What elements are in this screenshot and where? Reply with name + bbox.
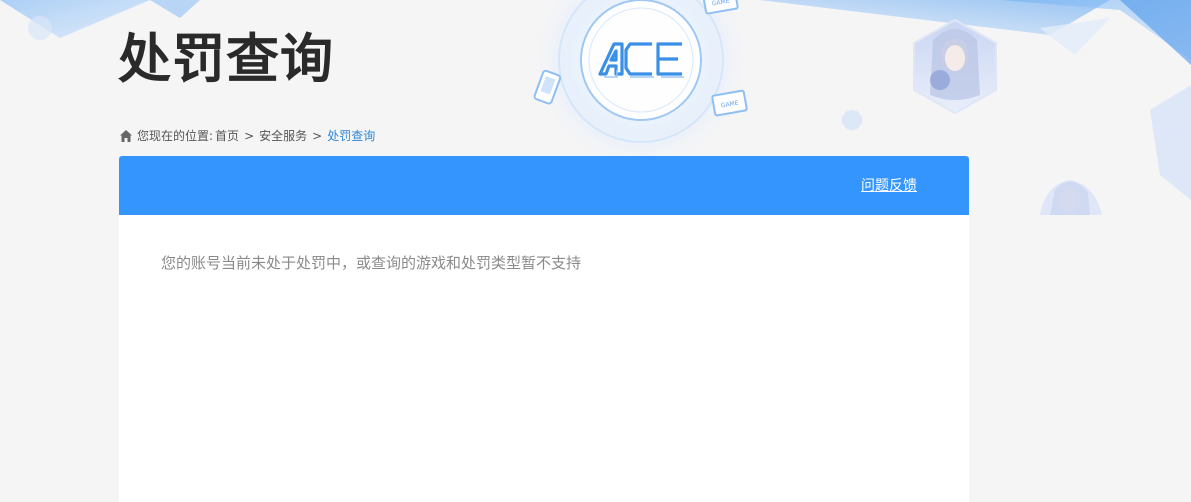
feedback-link[interactable]: 问题反馈 (861, 176, 917, 196)
breadcrumb-item-home[interactable]: 首页 (215, 128, 239, 144)
ace-logo (598, 42, 684, 78)
result-message: 您的账号当前未处于处罚中，或查询的游戏和处罚类型暂不支持 (161, 254, 582, 272)
breadcrumb-separator: > (312, 129, 323, 143)
breadcrumb-item-current: 处罚查询 (327, 129, 376, 143)
breadcrumb-separator: > (244, 129, 255, 143)
decor-bubble (842, 110, 862, 130)
character-portrait-small (1040, 180, 1102, 215)
breadcrumb-prefix: 您现在的位置: (137, 129, 214, 143)
panel-header: 问题反馈 (119, 156, 969, 215)
page-title: 处罚查询 (118, 29, 334, 90)
decor-bubble (28, 16, 52, 40)
decor-shape (1150, 85, 1191, 200)
home-icon (120, 130, 132, 142)
decor-shape (1120, 0, 1191, 65)
breadcrumb-item-security-service[interactable]: 安全服务 (259, 128, 307, 144)
decor-shape (150, 0, 200, 18)
breadcrumb: 您现在的位置: 首页 > 安全服务 > 处罚查询 (119, 128, 375, 144)
monitor-icon: GAME (711, 89, 748, 117)
result-panel: 问题反馈 您的账号当前未处于处罚中，或查询的游戏和处罚类型暂不支持 (119, 156, 969, 502)
character-portrait-hexagon (913, 18, 997, 115)
